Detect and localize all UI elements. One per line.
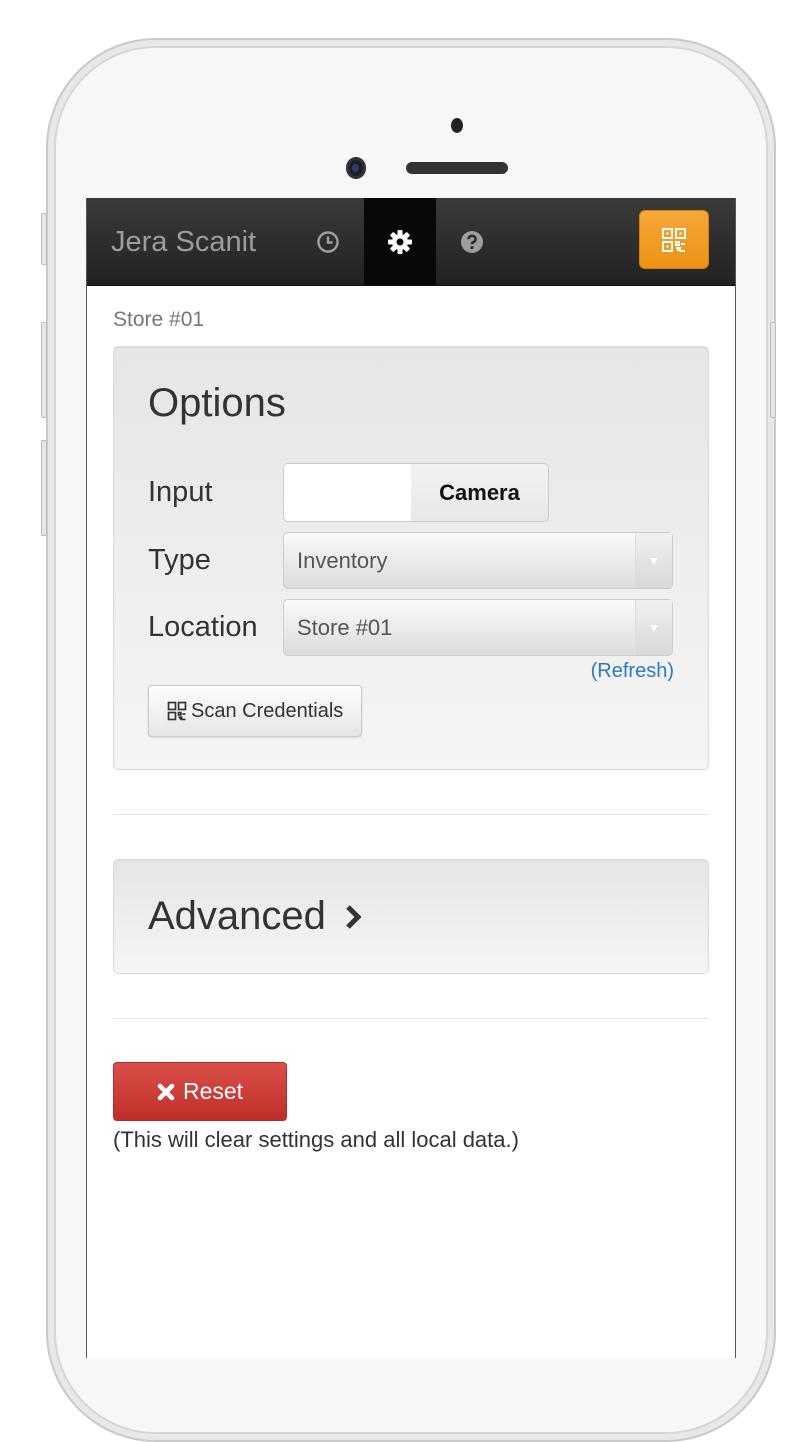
refresh-link[interactable]: (Refresh) (148, 660, 674, 683)
advanced-panel[interactable]: Advanced (113, 859, 709, 974)
chevron-down-icon: ▼ (635, 533, 672, 588)
chevron-right-icon (346, 904, 362, 929)
earpiece-speaker (406, 162, 508, 174)
scan-credentials-button[interactable]: Scan Credentials (148, 685, 363, 737)
type-row: Type Inventory ▼ (148, 532, 674, 589)
location-label: Location (148, 611, 258, 643)
divider (113, 814, 709, 815)
chevron-down-icon: ▼ (635, 600, 672, 655)
current-store-label: Store #01 (113, 308, 205, 331)
input-row: Input Camera (148, 463, 674, 522)
scan-button[interactable] (639, 210, 709, 269)
nav-settings[interactable] (364, 198, 436, 285)
qr-code-icon (167, 701, 187, 721)
input-toggle[interactable]: Camera (283, 463, 549, 522)
nav-history[interactable] (292, 198, 364, 285)
input-toggle-off[interactable] (284, 464, 411, 521)
volume-up-button (41, 322, 47, 418)
type-label: Type (148, 544, 211, 576)
advanced-title-text: Advanced (148, 894, 326, 938)
gear-icon (388, 229, 412, 254)
input-toggle-camera[interactable]: Camera (411, 464, 548, 521)
advanced-title: Advanced (148, 894, 364, 939)
scan-credentials-label: Scan Credentials (191, 699, 344, 722)
mute-switch (41, 213, 47, 265)
type-select[interactable]: Inventory ▼ (283, 532, 673, 589)
question-circle-icon (461, 230, 483, 253)
input-label: Input (148, 476, 213, 508)
navbar: Jera Scanit (87, 198, 735, 286)
divider (113, 1018, 709, 1019)
app-screen: Jera Scanit Store #01 Options Input Came… (86, 198, 736, 1358)
front-camera (346, 157, 366, 179)
location-select-value: Store #01 (297, 614, 393, 640)
nav-help[interactable] (436, 198, 508, 285)
close-icon (157, 1083, 175, 1100)
reset-button[interactable]: Reset (113, 1062, 287, 1121)
reset-note: (This will clear settings and all local … (113, 1127, 519, 1152)
location-select[interactable]: Store #01 ▼ (283, 599, 673, 656)
reset-label: Reset (182, 1078, 244, 1104)
proximity-sensor (451, 118, 463, 133)
volume-down-button (41, 440, 47, 536)
power-button (770, 322, 776, 418)
location-row: Location Store #01 ▼ (148, 599, 674, 656)
options-title: Options (148, 381, 286, 425)
app-brand[interactable]: Jera Scanit (111, 226, 256, 259)
clock-icon (317, 230, 339, 253)
options-panel: Options Input Camera Type Inventory ▼ Lo… (113, 346, 709, 770)
type-select-value: Inventory (297, 547, 388, 573)
qr-code-icon (662, 227, 686, 252)
